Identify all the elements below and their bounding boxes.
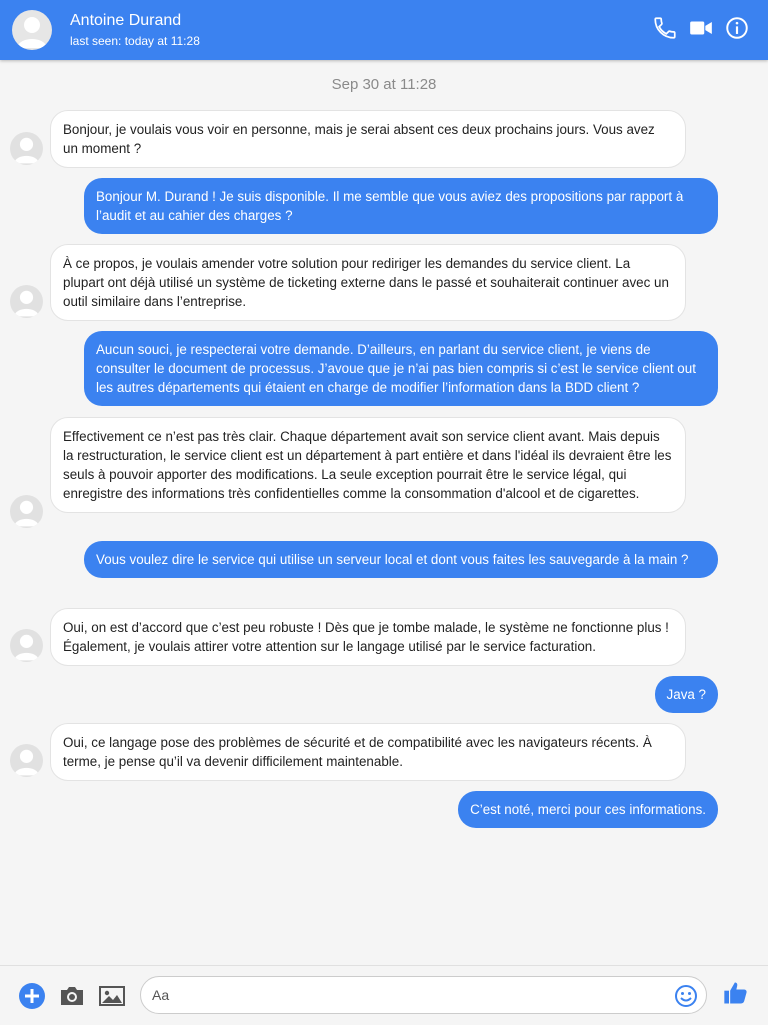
incoming-message-bubble[interactable]: Bonjour, je voulais vous voir en personn…	[50, 110, 686, 168]
chat-header: Antoine Durand last seen: today at 11:28	[0, 0, 768, 60]
incoming-message-bubble[interactable]: Oui, on est d’accord que c’est peu robus…	[50, 608, 686, 666]
phone-icon[interactable]	[652, 15, 680, 43]
message-composer: Aa	[0, 965, 768, 1025]
outgoing-message-bubble[interactable]: C’est noté, merci pour ces informations.	[458, 791, 718, 828]
sender-avatar[interactable]	[10, 132, 43, 165]
sender-avatar[interactable]	[10, 285, 43, 318]
incoming-message-bubble[interactable]: Effectivement ce n’est pas très clair. C…	[50, 417, 686, 513]
message-input[interactable]: Aa	[140, 976, 707, 1014]
message-input-placeholder: Aa	[152, 987, 170, 1003]
sender-avatar[interactable]	[10, 744, 43, 777]
last-seen-status: last seen: today at 11:28	[70, 34, 200, 48]
outgoing-message-bubble[interactable]: Aucun souci, je respecterai votre demand…	[84, 331, 718, 406]
camera-icon[interactable]	[58, 982, 86, 1010]
outgoing-message-bubble[interactable]: Vous voulez dire le service qui utilise …	[84, 541, 718, 578]
contact-name[interactable]: Antoine Durand	[70, 12, 181, 30]
video-camera-icon[interactable]	[688, 15, 716, 43]
outgoing-message-bubble[interactable]: Bonjour M. Durand ! Je suis disponible. …	[84, 178, 718, 234]
thumbs-up-icon[interactable]	[722, 979, 750, 1007]
incoming-message-bubble[interactable]: Oui, ce langage pose des problèmes de sé…	[50, 723, 686, 781]
plus-icon[interactable]	[18, 982, 46, 1010]
outgoing-message-bubble[interactable]: Java ?	[654, 676, 718, 713]
info-icon[interactable]	[724, 15, 752, 43]
emoji-icon[interactable]	[674, 984, 698, 1008]
image-icon[interactable]	[98, 982, 126, 1010]
sender-avatar[interactable]	[10, 495, 43, 528]
incoming-message-bubble[interactable]: À ce propos, je voulais amender votre so…	[50, 244, 686, 321]
date-separator: Sep 30 at 11:28	[331, 76, 437, 93]
contact-avatar[interactable]	[12, 10, 52, 50]
sender-avatar[interactable]	[10, 629, 43, 662]
